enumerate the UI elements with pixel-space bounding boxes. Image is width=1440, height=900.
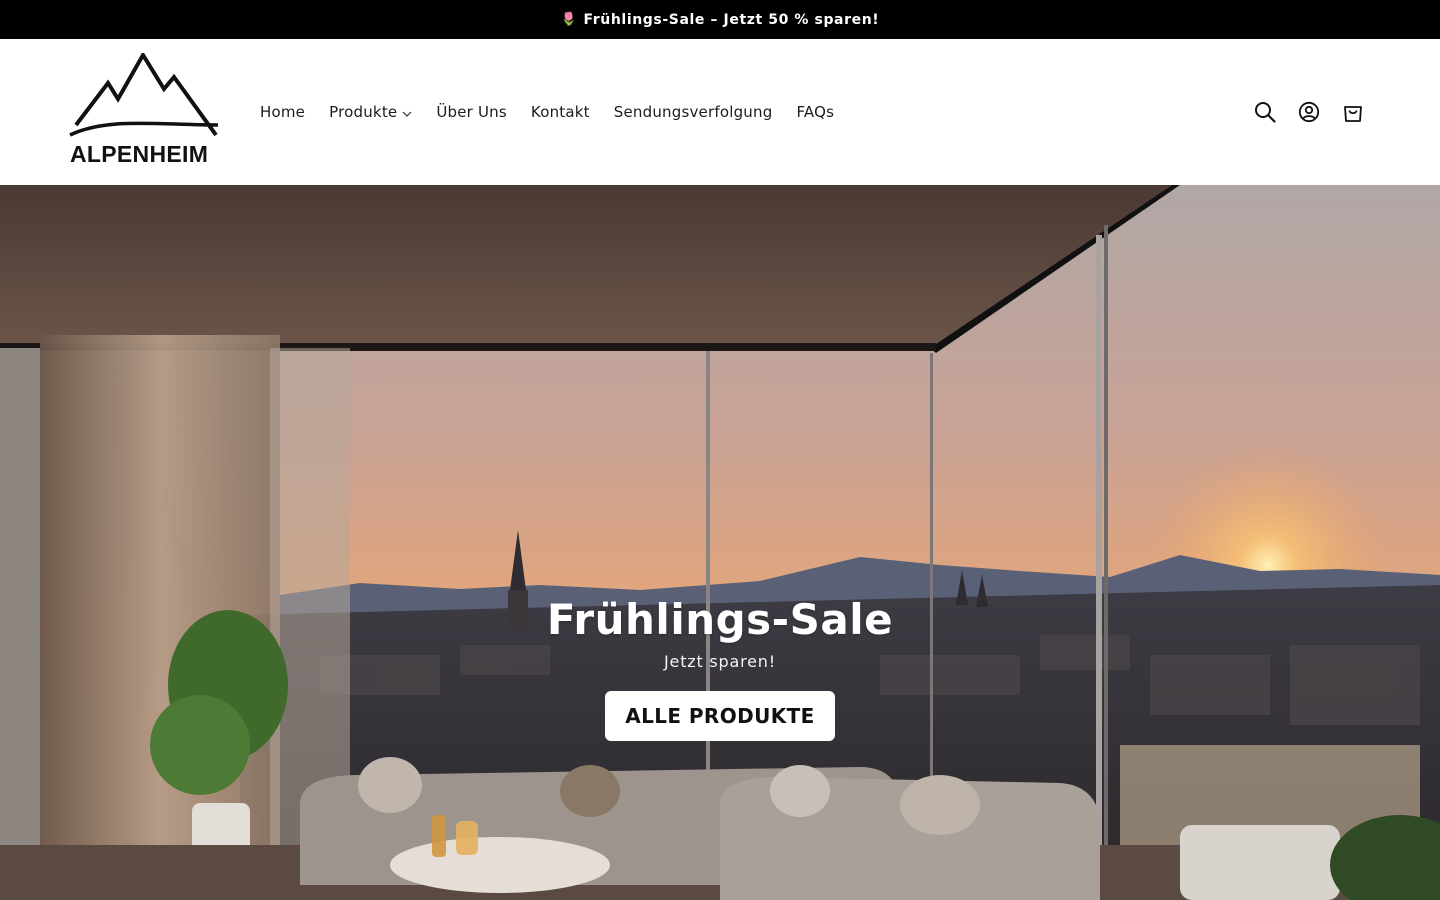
nav-item-label: Sendungsverfolgung bbox=[613, 103, 773, 121]
nav-item-label: Kontakt bbox=[530, 103, 590, 121]
main-nav: Home Produkte Über Uns Kontakt Sendungsv… bbox=[260, 39, 858, 185]
tulip-icon: 🌷 bbox=[560, 12, 578, 27]
all-products-button[interactable]: ALLE PRODUKTE bbox=[605, 691, 835, 741]
mountain-logo-icon bbox=[69, 53, 219, 137]
nav-item-faqs[interactable]: FAQs bbox=[796, 103, 834, 121]
cart-icon[interactable] bbox=[1342, 101, 1364, 123]
announcement-text: Frühlings-Sale – Jetzt 50 % sparen! bbox=[583, 11, 880, 28]
nav-item-label: Über Uns bbox=[436, 103, 507, 121]
announcement-bar: 🌷 Frühlings-Sale – Jetzt 50 % sparen! bbox=[0, 0, 1440, 39]
hero-banner: Frühlings-Sale Jetzt sparen! ALLE PRODUK… bbox=[0, 185, 1440, 900]
nav-item-label: Produkte bbox=[329, 103, 398, 121]
hero-background-image bbox=[0, 185, 1440, 900]
nav-item-home[interactable]: Home bbox=[260, 103, 305, 121]
hero-subtitle: Jetzt sparen! bbox=[664, 652, 776, 671]
nav-item-kontakt[interactable]: Kontakt bbox=[531, 103, 590, 121]
nav-item-label: Home bbox=[260, 103, 306, 121]
chevron-down-icon bbox=[402, 103, 412, 121]
site-header: ALPENHEIM Home Produkte Über Uns Kontakt… bbox=[0, 39, 1440, 185]
brand-logo[interactable]: ALPENHEIM bbox=[68, 53, 222, 169]
header-icons bbox=[1254, 39, 1364, 185]
brand-name: ALPENHEIM bbox=[70, 141, 209, 167]
nav-item-label: FAQs bbox=[796, 103, 835, 121]
hero-content: Frühlings-Sale Jetzt sparen! ALLE PRODUK… bbox=[0, 595, 1440, 741]
nav-item-sendungsverfolgung[interactable]: Sendungsverfolgung bbox=[614, 103, 773, 121]
nav-item-produkte[interactable]: Produkte bbox=[329, 103, 412, 121]
hero-title: Frühlings-Sale bbox=[546, 595, 894, 644]
nav-item-ueber-uns[interactable]: Über Uns bbox=[436, 103, 507, 121]
account-icon[interactable] bbox=[1298, 101, 1320, 123]
search-icon[interactable] bbox=[1254, 101, 1276, 123]
